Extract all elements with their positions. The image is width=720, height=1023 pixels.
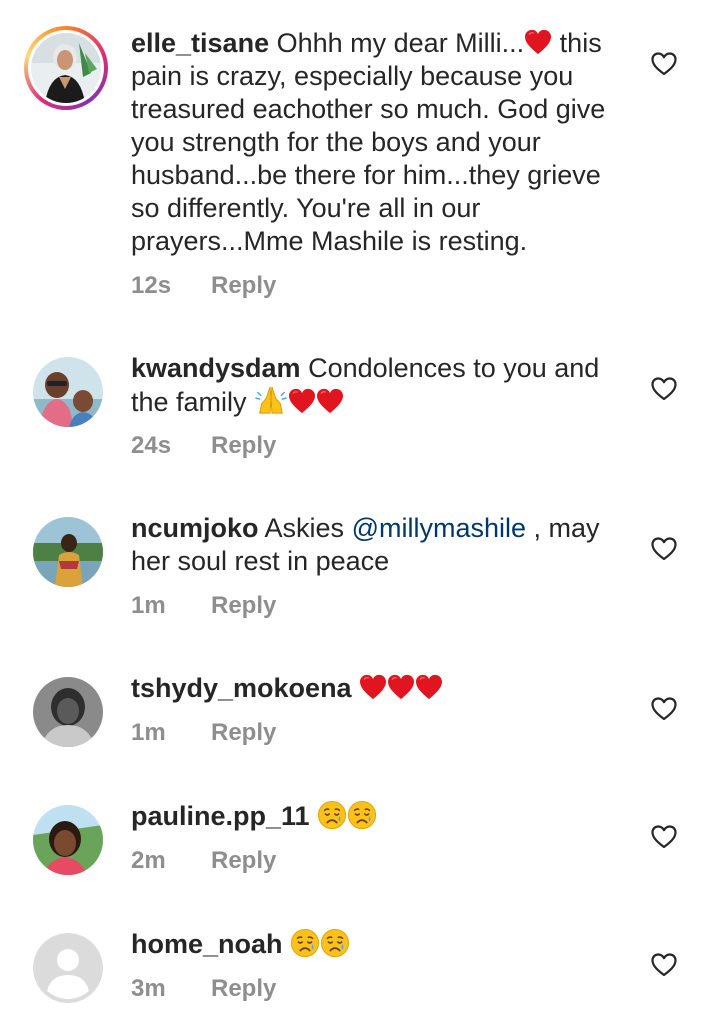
like-heart-icon[interactable]	[651, 377, 677, 401]
comment-body	[352, 673, 360, 703]
like-heart-icon[interactable]	[651, 52, 677, 76]
comment-username[interactable]: kwandysdam	[131, 353, 301, 383]
comment-meta: 1m Reply	[131, 592, 276, 620]
comment-time: 12s	[131, 272, 172, 299]
avatar[interactable]	[31, 33, 101, 103]
red-heart-emoji-icon	[387, 674, 415, 700]
red-heart-emoji-icon	[524, 29, 552, 55]
crying-face-emoji-icon	[290, 928, 320, 958]
comment-time: 1m	[131, 719, 166, 746]
comment-body	[310, 801, 318, 831]
comment-meta: 3m Reply	[131, 975, 276, 1003]
comment-meta: 1m Reply	[131, 719, 276, 747]
crying-face-emoji-icon	[347, 800, 377, 830]
like-heart-icon[interactable]	[651, 697, 677, 721]
comment-body-continued: this pain is crazy, especially because y…	[131, 28, 606, 256]
comment-text: tshydy_mokoena	[131, 672, 621, 705]
comment-meta: 2m Reply	[131, 847, 276, 875]
reply-button[interactable]: Reply	[211, 975, 276, 1002]
reply-button[interactable]: Reply	[211, 432, 276, 459]
mention-link[interactable]: @millymashile	[352, 513, 526, 543]
reply-button[interactable]: Reply	[211, 272, 276, 299]
red-heart-emoji-icon	[359, 674, 387, 700]
reply-button[interactable]: Reply	[211, 719, 276, 746]
reply-button[interactable]: Reply	[211, 592, 276, 619]
crying-face-emoji-icon	[320, 928, 350, 958]
like-heart-icon[interactable]	[651, 953, 677, 977]
comment-text: pauline.pp_11	[131, 800, 621, 833]
comment-meta: 24s Reply	[131, 432, 276, 460]
comment-username[interactable]: pauline.pp_11	[131, 801, 310, 831]
red-heart-emoji-icon	[415, 674, 443, 700]
red-heart-emoji-icon	[316, 388, 344, 414]
comment-time: 3m	[131, 975, 166, 1002]
avatar[interactable]	[33, 357, 103, 427]
like-heart-icon[interactable]	[651, 825, 677, 849]
folded-hands-emoji-icon	[254, 385, 288, 415]
comment-text: ncumjoko Askies @millymashile , may her …	[131, 512, 621, 578]
comment-text: elle_tisane Ohhh my dear Milli... this p…	[131, 27, 621, 258]
story-ring[interactable]	[24, 26, 108, 110]
comment-time: 24s	[131, 432, 172, 459]
reply-button[interactable]: Reply	[211, 847, 276, 874]
avatar[interactable]	[33, 805, 103, 875]
comment-text: home_noah	[131, 928, 621, 961]
comment-time: 1m	[131, 592, 166, 619]
comment-username[interactable]: ncumjoko	[131, 513, 259, 543]
comment-time: 2m	[131, 847, 166, 874]
crying-face-emoji-icon	[317, 800, 347, 830]
like-heart-icon[interactable]	[651, 537, 677, 561]
red-heart-emoji-icon	[288, 388, 316, 414]
comment-body: Askies	[258, 513, 352, 543]
comment-text: kwandysdam Condolences to you and the fa…	[131, 352, 621, 419]
comment-username[interactable]: home_noah	[131, 929, 283, 959]
comment-body	[283, 929, 291, 959]
avatar[interactable]	[33, 517, 103, 587]
comment-username[interactable]: tshydy_mokoena	[131, 673, 352, 703]
comment-username[interactable]: elle_tisane	[131, 28, 269, 58]
avatar[interactable]	[33, 677, 103, 747]
comment-body: Ohhh my dear Milli...	[269, 28, 525, 58]
comment-meta: 12s Reply	[131, 272, 276, 300]
avatar[interactable]	[33, 933, 103, 1003]
